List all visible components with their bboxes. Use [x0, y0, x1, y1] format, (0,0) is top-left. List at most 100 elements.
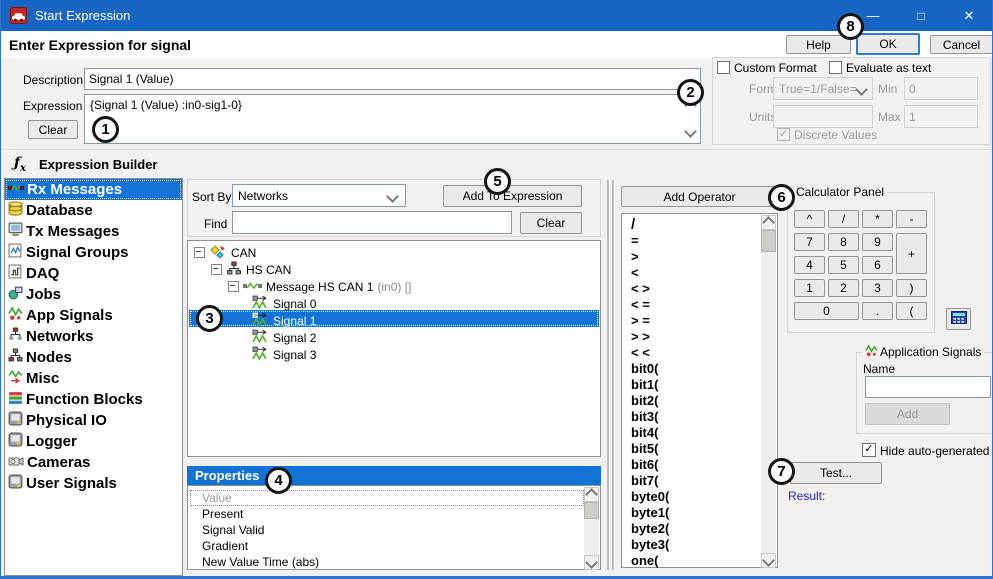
- operator-item[interactable]: < <: [623, 345, 760, 361]
- collapse-icon[interactable]: [211, 264, 222, 275]
- operator-item[interactable]: bit7(: [623, 473, 760, 489]
- scrollbar-thumb[interactable]: [761, 230, 776, 252]
- calc-key-6[interactable]: 6: [862, 256, 893, 274]
- sidebar-item-jobs[interactable]: Jobs: [5, 284, 182, 305]
- name-input[interactable]: [865, 376, 991, 398]
- operator-item[interactable]: < =: [623, 297, 760, 313]
- tree-node-signal-2[interactable]: Signal 2: [252, 329, 316, 346]
- expression-textarea[interactable]: {Signal 1 (Value) :in0-sig1-0}: [84, 94, 701, 144]
- find-input[interactable]: [232, 211, 512, 234]
- calc-key-2[interactable]: 2: [828, 279, 859, 297]
- sidebar-item-misc[interactable]: Misc: [5, 368, 182, 389]
- calc-key-9[interactable]: 9: [862, 233, 893, 251]
- sidebar-item-nodes[interactable]: Nodes: [5, 347, 182, 368]
- calc-key-minus[interactable]: -: [896, 210, 927, 228]
- close-button[interactable]: ✕: [946, 0, 992, 31]
- sidebar-item-networks[interactable]: Networks: [5, 326, 182, 347]
- sidebar-item-app-signals[interactable]: App Signals: [5, 305, 182, 326]
- scroll-up-icon[interactable]: [585, 488, 598, 501]
- scroll-down-icon[interactable]: [684, 125, 697, 138]
- property-item-value[interactable]: Value: [190, 490, 584, 506]
- sort-by-dropdown[interactable]: Networks: [232, 184, 406, 207]
- calc-key-8[interactable]: 8: [828, 233, 859, 251]
- operator-item[interactable]: bit5(: [623, 441, 760, 457]
- operator-item[interactable]: > =: [623, 313, 760, 329]
- operator-item[interactable]: bit2(: [623, 393, 760, 409]
- tree-node-signal-1[interactable]: Signal 1: [252, 312, 316, 329]
- add-to-expression-button[interactable]: Add To Expression: [443, 185, 582, 207]
- operator-item[interactable]: /: [623, 217, 760, 233]
- property-item-signal-valid[interactable]: Signal Valid: [190, 522, 584, 538]
- description-input[interactable]: [84, 68, 701, 90]
- operator-item[interactable]: >: [623, 249, 760, 265]
- calc-key-multiply[interactable]: *: [862, 210, 893, 228]
- find-clear-button[interactable]: Clear: [520, 212, 582, 234]
- calc-key-caret[interactable]: ^: [794, 210, 825, 228]
- tree-node-hs-can[interactable]: HS CAN: [211, 261, 291, 278]
- sidebar-item-rx-messages[interactable]: Rx Messages: [5, 179, 182, 200]
- operator-item[interactable]: bit6(: [623, 457, 760, 473]
- operator-item[interactable]: byte2(: [623, 521, 760, 537]
- operator-item[interactable]: > >: [623, 329, 760, 345]
- sidebar-item-physical-io[interactable]: Physical IO: [5, 410, 182, 431]
- collapse-icon[interactable]: [194, 247, 205, 258]
- operator-item[interactable]: < >: [623, 281, 760, 297]
- maximize-button[interactable]: □: [898, 0, 944, 31]
- calc-key-open-paren[interactable]: (: [896, 302, 927, 320]
- operator-item[interactable]: byte0(: [623, 489, 760, 505]
- sidebar-item-user-signals[interactable]: User Signals: [5, 473, 182, 494]
- operator-item[interactable]: bit3(: [623, 409, 760, 425]
- calculator-launch-button[interactable]: [946, 308, 971, 330]
- sidebar-item-daq[interactable]: DAQ: [5, 263, 182, 284]
- sidebar-item-cameras[interactable]: Cameras: [5, 452, 182, 473]
- calc-key-5[interactable]: 5: [828, 256, 859, 274]
- operator-item[interactable]: bit4(: [623, 425, 760, 441]
- tree-node-signal-0[interactable]: Signal 0: [252, 295, 316, 312]
- operator-item[interactable]: byte1(: [623, 505, 760, 521]
- sidebar-item-database[interactable]: Database: [5, 200, 182, 221]
- properties-scrollbar[interactable]: [584, 487, 599, 570]
- clear-expression-button[interactable]: Clear: [28, 120, 78, 139]
- tree-node-can[interactable]: CAN: [194, 244, 256, 261]
- cancel-button[interactable]: Cancel: [930, 35, 993, 54]
- property-item-present[interactable]: Present: [190, 506, 584, 522]
- ok-button[interactable]: OK: [856, 33, 920, 55]
- operator-item[interactable]: bit0(: [623, 361, 760, 377]
- calc-key-decimal[interactable]: .: [862, 302, 893, 320]
- scroll-up-icon[interactable]: [762, 216, 775, 229]
- custom-format-checkbox[interactable]: [717, 61, 730, 74]
- sidebar-item-logger[interactable]: Logger: [5, 431, 182, 452]
- collapse-icon[interactable]: [228, 281, 239, 292]
- operator-scrollbar[interactable]: [761, 215, 776, 568]
- operator-item[interactable]: <: [623, 265, 760, 281]
- calc-key-3[interactable]: 3: [862, 279, 893, 297]
- operator-item[interactable]: one(: [623, 553, 760, 569]
- property-item-new-value-time[interactable]: New Value Time (abs): [190, 554, 584, 570]
- operator-item[interactable]: =: [623, 233, 760, 249]
- evaluate-as-text-checkbox[interactable]: [829, 61, 842, 74]
- splitter-handle[interactable]: [607, 180, 610, 570]
- calc-key-4[interactable]: 4: [794, 256, 825, 274]
- operator-item[interactable]: byte3(: [623, 537, 760, 553]
- operator-item[interactable]: bit1(: [623, 377, 760, 393]
- scrollbar-thumb[interactable]: [584, 502, 599, 519]
- sidebar-item-tx-messages[interactable]: Tx Messages: [5, 221, 182, 242]
- calc-key-divide[interactable]: /: [828, 210, 859, 228]
- calc-key-1[interactable]: 1: [794, 279, 825, 297]
- calc-key-close-paren[interactable]: ): [896, 279, 927, 297]
- calc-key-plus[interactable]: +: [896, 233, 927, 274]
- scroll-down-icon[interactable]: [585, 556, 598, 569]
- tree-node-message[interactable]: Message HS CAN 1 (in0) []: [228, 278, 411, 295]
- hide-auto-generated-checkbox[interactable]: ✓: [862, 443, 876, 457]
- sidebar-item-function-blocks[interactable]: Function Blocks: [5, 389, 182, 410]
- sidebar-item-signal-groups[interactable]: Signal Groups: [5, 242, 182, 263]
- scroll-down-icon[interactable]: [762, 554, 775, 567]
- splitter-handle[interactable]: [612, 180, 615, 570]
- property-item-gradient[interactable]: Gradient: [190, 538, 584, 554]
- add-operator-button[interactable]: Add Operator: [621, 186, 778, 207]
- calc-key-7[interactable]: 7: [794, 233, 825, 251]
- tree-node-signal-3[interactable]: Signal 3: [252, 346, 316, 363]
- help-button[interactable]: Help: [786, 35, 851, 54]
- calc-key-0[interactable]: 0: [794, 302, 859, 320]
- test-button[interactable]: Test...: [790, 462, 882, 484]
